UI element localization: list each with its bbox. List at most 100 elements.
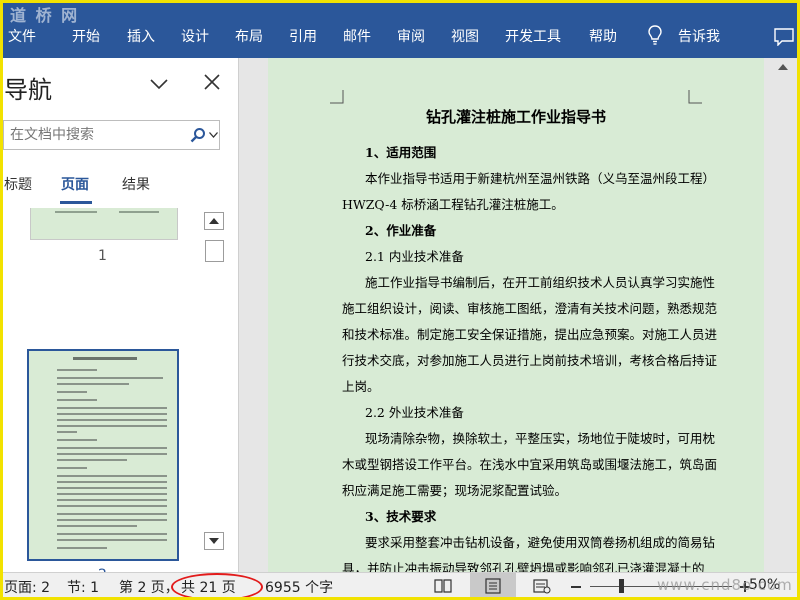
thumbnail-text-line [57, 499, 167, 501]
status-section[interactable]: 节: 1 [67, 577, 99, 597]
body-text-line: 积应满足施工需要；现场泥浆配置试验。 [342, 483, 568, 498]
thumbnail-text-line [57, 453, 167, 455]
tab-references[interactable]: 引用 [289, 26, 317, 46]
tab-layout[interactable]: 布局 [235, 26, 263, 46]
thumbnail-text-line [57, 399, 97, 401]
body-text-line: 施工组织设计，阅读、审核施工图纸，澄清有关技术问题，熟悉规范 [342, 301, 718, 316]
scroll-thumb[interactable] [205, 240, 224, 262]
status-word-count[interactable]: 6955 个字 [265, 577, 333, 597]
margin-corner-mark [688, 90, 702, 104]
body-text-line: 现场清除杂物，换除软土，平整压实，场地位于陡坡时，可用枕 [365, 431, 716, 446]
read-mode-icon[interactable] [434, 578, 452, 594]
close-icon[interactable] [203, 73, 221, 91]
lightbulb-icon[interactable] [648, 25, 662, 45]
thumbnail-text-line [57, 539, 167, 541]
document-scrollbar[interactable] [770, 58, 800, 572]
thumbnail-text-line [57, 467, 87, 469]
document-area: 钻孔灌注桩施工作业指导书 1、适用范围 本作业指导书适用于新建杭州至温州铁路（义乌… [238, 58, 800, 576]
thumbnail-text-line [57, 487, 167, 489]
tab-pages[interactable]: 页面 [61, 174, 89, 194]
web-layout-icon[interactable] [533, 578, 551, 594]
body-text-line: 行技术交底，对参加施工人员进行上岗前技术培训，考核合格后持证 [342, 353, 718, 368]
body-text-line: 上岗。 [342, 379, 380, 394]
margin-corner-mark [330, 90, 344, 104]
zoom-out-button[interactable] [571, 586, 581, 588]
thumbnail-text-line [57, 459, 127, 461]
zoom-slider-thumb[interactable] [619, 579, 624, 593]
body-text-line: 木或型钢搭设工作平台。在浅水中宜采用筑岛或围堰法施工，筑岛面 [342, 457, 718, 472]
thumbnail-text-line [57, 475, 167, 477]
status-page[interactable]: 页面: 2 [4, 577, 50, 597]
search-icon[interactable] [190, 127, 206, 143]
thumbnail-text-line [57, 525, 137, 527]
chevron-down-icon[interactable] [150, 78, 168, 90]
thumbnail-text-line [57, 533, 167, 535]
scroll-up-button[interactable] [204, 212, 224, 230]
page-thumbnail-selected[interactable] [27, 349, 179, 561]
thumbnail-text-line [57, 413, 167, 415]
thumbnail-title-line [73, 357, 137, 360]
watermark-url: www.cnd8o.com [657, 576, 793, 594]
thumbnail-text-line [57, 369, 97, 371]
page-thumbnail-number: 1 [98, 248, 107, 264]
thumbnail-text-line [57, 391, 87, 393]
section-heading: 1、适用范围 [365, 145, 437, 160]
thumbnail-scrollbar[interactable] [204, 208, 226, 554]
thumbnail-text-line [57, 547, 107, 549]
tab-design[interactable]: 设计 [181, 26, 209, 46]
caret-down-icon[interactable] [209, 132, 218, 138]
navigation-pane: 导航 标题 页面 结果 1 [0, 58, 238, 572]
triangle-up-icon [209, 218, 219, 224]
tab-developer[interactable]: 开发工具 [505, 26, 561, 46]
document-page[interactable]: 钻孔灌注桩施工作业指导书 1、适用范围 本作业指导书适用于新建杭州至温州铁路（义乌… [268, 58, 764, 576]
tab-file[interactable]: 文件 [8, 26, 36, 46]
thumbnail-text-line [57, 447, 167, 449]
tab-headings[interactable]: 标题 [4, 174, 32, 194]
highlight-circle [171, 573, 263, 600]
thumbnail-text-line [57, 425, 167, 427]
thumbnail-text-line [57, 377, 163, 379]
print-layout-icon [485, 578, 501, 594]
pane-splitter[interactable] [238, 58, 268, 572]
thumbnail-text-line [55, 211, 97, 213]
page-thumbnail[interactable] [30, 208, 178, 240]
body-text-line: 本作业指导书适用于新建杭州至温州铁路（义乌至温州段工程） [365, 171, 716, 186]
nav-search-box [3, 120, 220, 150]
tab-home[interactable]: 开始 [72, 26, 100, 46]
tab-help[interactable]: 帮助 [589, 26, 617, 46]
tab-results[interactable]: 结果 [122, 174, 150, 194]
thumbnail-text-line [57, 383, 129, 385]
thumbnail-text-line [57, 481, 167, 483]
comment-icon[interactable] [774, 28, 794, 46]
triangle-up-icon[interactable] [776, 60, 790, 74]
thumbnail-text-line [57, 493, 167, 495]
page-thumbnails: 1 [0, 208, 238, 572]
tell-me-search[interactable]: 告诉我 [678, 26, 720, 46]
thumbnail-text-line [57, 439, 97, 441]
print-layout-view[interactable] [470, 573, 516, 600]
thumbnail-text-line [57, 505, 167, 507]
section-heading: 3、技术要求 [365, 509, 437, 524]
ribbon: 道 桥 网 文件 开始 插入 设计 布局 引用 邮件 审阅 视图 开发工具 帮助… [0, 0, 800, 58]
section-heading: 2、作业准备 [365, 223, 437, 238]
watermark-logo: 道 桥 网 [10, 6, 80, 25]
thumbnail-text-line [57, 513, 167, 515]
active-tab-indicator [60, 201, 92, 204]
body-text-line: 施工作业指导书编制后，在开工前组织技术人员认真学习实施性 [365, 275, 716, 290]
triangle-down-icon [209, 538, 219, 544]
body-text-line: HWZQ-4 标桥涵工程钻孔灌注桩施工。 [342, 197, 564, 212]
thumbnail-text-line [57, 519, 167, 521]
thumbnail-text-line [119, 211, 159, 213]
tab-view[interactable]: 视图 [451, 26, 479, 46]
tab-review[interactable]: 审阅 [397, 26, 425, 46]
thumbnail-text-line [57, 431, 77, 433]
thumbnail-text-line [57, 419, 167, 421]
status-page-of[interactable]: 第 2 页， [119, 577, 179, 597]
thumbnail-text-line [57, 407, 167, 409]
tab-mailings[interactable]: 邮件 [343, 26, 371, 46]
search-input[interactable] [4, 121, 182, 149]
tab-insert[interactable]: 插入 [127, 26, 155, 46]
body-text-line: 要求采用整套冲击钻机设备，避免使用双筒卷扬机组成的简易钻 [365, 535, 716, 550]
body-text-line: 2.2 外业技术准备 [365, 405, 464, 420]
scroll-down-button[interactable] [204, 532, 224, 550]
